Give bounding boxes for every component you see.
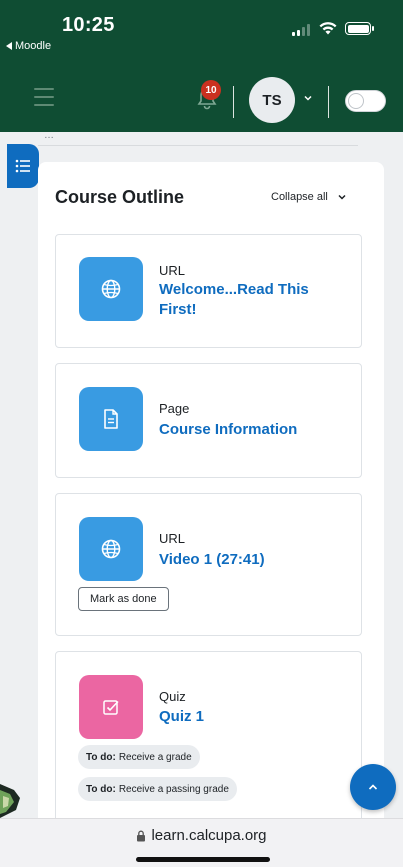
back-to-app-link[interactable]: Moodle	[6, 40, 51, 52]
activity-link[interactable]: Welcome...Read This First!	[159, 280, 349, 320]
document-icon	[104, 409, 118, 429]
signal-icon	[292, 24, 310, 36]
collapse-all-label: Collapse all	[271, 191, 328, 203]
activity-link[interactable]: Course Information	[159, 420, 349, 440]
activity-link[interactable]: Video 1 (27:41)	[159, 550, 349, 570]
lock-icon	[137, 830, 146, 841]
chevron-down-icon	[338, 194, 346, 200]
course-outline-heading: Course Outline	[55, 187, 185, 207]
clock-time: 10:25	[62, 14, 115, 36]
breadcrumb-strip: …	[38, 131, 358, 146]
url-display[interactable]: learn.calcupa.org	[0, 827, 403, 844]
back-app-label: Moodle	[15, 40, 52, 52]
nav-divider	[233, 86, 234, 118]
mark-as-done-button[interactable]: Mark as done	[78, 587, 169, 611]
activity-link[interactable]: Quiz 1	[159, 707, 349, 727]
activity-type-label: Quiz	[159, 689, 186, 704]
activity-type-label: URL	[159, 531, 186, 546]
battery-icon	[345, 22, 374, 35]
wifi-icon	[319, 22, 337, 35]
notification-count-badge: 10	[201, 80, 221, 100]
course-index-toggle-button[interactable]	[7, 144, 39, 188]
browser-address-bar[interactable]: learn.calcupa.org	[0, 818, 403, 867]
todo-text: Receive a passing grade	[118, 783, 229, 795]
activity-item: Page Course Information	[55, 363, 362, 478]
top-navigation-bar: 10 TS	[0, 70, 403, 132]
activity-item: URL Welcome...Read This First!	[55, 234, 362, 348]
globe-icon	[101, 279, 121, 299]
quiz-activity-icon[interactable]	[79, 675, 143, 739]
user-avatar[interactable]: TS	[249, 77, 295, 123]
globe-icon	[101, 539, 121, 559]
ellipsis-icon[interactable]: …	[44, 131, 54, 141]
menu-hamburger-icon[interactable]	[34, 88, 54, 106]
todo-text: Receive a grade	[118, 751, 192, 763]
chevron-down-icon[interactable]	[303, 94, 313, 102]
page-activity-icon[interactable]	[79, 387, 143, 451]
todo-badge: To do: Receive a grade	[78, 745, 200, 769]
activity-type-label: Page	[159, 401, 190, 416]
collapse-all-link[interactable]: Collapse all	[271, 191, 347, 203]
activity-item: URL Video 1 (27:41) Mark as done	[55, 493, 362, 636]
edit-mode-toggle[interactable]	[345, 90, 386, 112]
back-triangle-icon	[6, 42, 12, 50]
url-activity-icon[interactable]	[79, 257, 143, 321]
home-indicator	[136, 857, 270, 862]
back-to-top-button[interactable]	[350, 764, 396, 810]
todo-prefix: To do:	[86, 783, 116, 795]
chevron-up-icon	[368, 784, 378, 790]
url-text: learn.calcupa.org	[151, 827, 267, 844]
list-icon	[15, 159, 30, 173]
todo-prefix: To do:	[86, 751, 116, 763]
url-activity-icon[interactable]	[79, 517, 143, 581]
activity-type-label: URL	[159, 263, 186, 278]
quiz-check-icon	[103, 700, 119, 715]
activity-item: Quiz Quiz 1 To do: Receive a grade To do…	[55, 651, 362, 831]
todo-badge: To do: Receive a passing grade	[78, 777, 237, 801]
nav-divider	[328, 86, 329, 118]
status-bar: 10:25 Moodle	[0, 0, 403, 70]
